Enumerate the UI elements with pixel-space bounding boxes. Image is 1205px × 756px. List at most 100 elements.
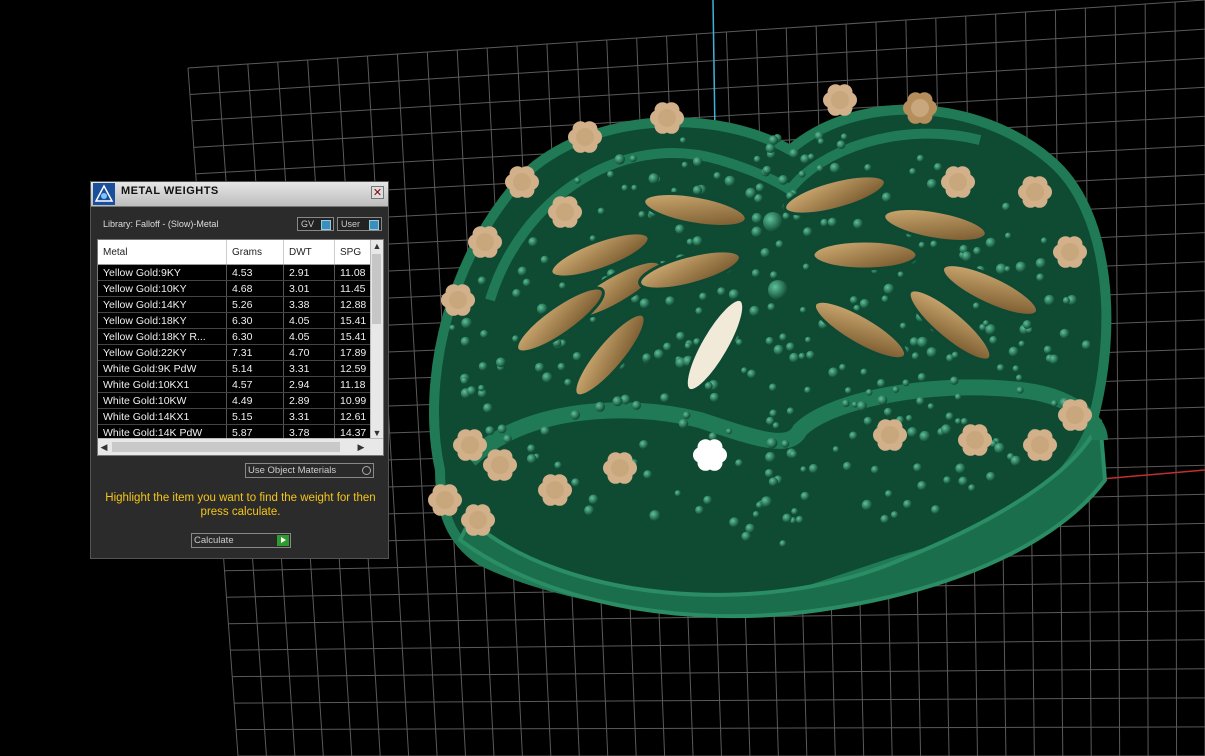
table-row[interactable]: Yellow Gold:10KY 4.68 3.01 11.45 xyxy=(98,281,377,297)
ring-bead xyxy=(597,207,605,215)
play-icon[interactable] xyxy=(277,535,289,546)
ring-center-bead xyxy=(768,280,788,300)
column-header-spg[interactable]: SPG xyxy=(340,247,361,258)
ring-bead xyxy=(1062,296,1070,305)
ring-flower-center xyxy=(576,128,594,146)
ring-bead xyxy=(839,363,847,371)
ring-bead xyxy=(800,306,807,314)
ring-bead xyxy=(800,491,810,501)
ring-flower-center xyxy=(449,291,467,309)
cell-metal: Yellow Gold:18KY R... xyxy=(103,331,206,343)
gv-toggle[interactable]: GV xyxy=(297,217,334,231)
column-header-grams[interactable]: Grams xyxy=(232,247,262,258)
ring-bead xyxy=(753,155,761,163)
table-row[interactable]: Yellow Gold:9KY 4.53 2.91 11.08 xyxy=(98,265,377,281)
vertical-scrollbar[interactable]: ▲ ▼ xyxy=(370,240,383,439)
ring-bead xyxy=(795,515,804,524)
cell-grams: 4.57 xyxy=(232,379,253,391)
close-icon[interactable]: ✕ xyxy=(371,186,384,199)
use-object-materials-option[interactable]: Use Object Materials xyxy=(245,463,374,478)
cell-dwt: 3.31 xyxy=(289,411,310,423)
scroll-left-icon[interactable]: ◀ xyxy=(98,441,110,453)
ring-bead xyxy=(881,295,889,303)
ring-model[interactable] xyxy=(428,84,1112,619)
cell-metal: Yellow Gold:14KY xyxy=(103,299,187,311)
ring-bead xyxy=(745,187,757,199)
ring-bead xyxy=(907,427,918,438)
horizontal-scrollbar[interactable]: ◀ ▶ xyxy=(98,438,383,455)
table-row[interactable]: White Gold:9K PdW 5.14 3.31 12.59 xyxy=(98,361,377,377)
vertical-scroll-thumb[interactable] xyxy=(372,254,381,324)
ring-bead xyxy=(779,540,787,547)
ring-bead xyxy=(631,184,638,191)
ring-bead xyxy=(782,513,792,523)
cell-dwt: 2.94 xyxy=(289,379,310,391)
table-row[interactable]: Yellow Gold:22KY 7.31 4.70 17.89 xyxy=(98,345,377,361)
table-row[interactable]: Yellow Gold:18KY 6.30 4.05 15.41 xyxy=(98,313,377,329)
ring-bead xyxy=(692,185,703,195)
ring-bead xyxy=(639,298,650,309)
ring-bead xyxy=(735,338,743,346)
ring-bead xyxy=(752,511,760,518)
ring-flower-center xyxy=(658,109,676,127)
ring-bead xyxy=(943,476,952,484)
cell-dwt: 4.70 xyxy=(289,347,310,359)
ring-bead xyxy=(460,376,469,385)
ring-bead xyxy=(642,353,652,363)
horizontal-scroll-thumb[interactable] xyxy=(112,442,340,452)
ring-bead xyxy=(761,496,772,508)
ring-bead xyxy=(522,278,531,287)
ring-bead xyxy=(478,384,485,392)
toggle-icon xyxy=(321,220,331,230)
ring-bead xyxy=(985,237,997,248)
ring-bead xyxy=(863,416,873,426)
column-header-metal[interactable]: Metal xyxy=(103,247,127,258)
ring-bead xyxy=(674,490,682,497)
ring-bead xyxy=(926,347,937,358)
scroll-right-icon[interactable]: ▶ xyxy=(355,441,367,453)
ring-bead xyxy=(632,400,641,410)
ring-bead xyxy=(770,271,778,279)
table-row[interactable]: Yellow Gold:14KY 5.26 3.38 12.88 xyxy=(98,297,377,313)
ring-bead xyxy=(832,446,840,453)
ring-flower-center xyxy=(546,481,564,499)
table-row[interactable]: White Gold:10KX1 4.57 2.94 11.18 xyxy=(98,377,377,393)
ring-bead xyxy=(844,387,852,394)
ring-bead xyxy=(913,463,922,472)
ring-bead xyxy=(917,481,927,491)
scroll-up-icon[interactable]: ▲ xyxy=(371,240,383,252)
ring-bead xyxy=(1051,400,1058,407)
table-row[interactable]: White Gold:10KW 4.49 2.89 10.99 xyxy=(98,393,377,409)
ring-bead xyxy=(775,240,784,249)
metal-table[interactable]: Metal Grams DWT SPG Yellow Gold:9KY 4.53 2… xyxy=(97,239,384,456)
ring-bead xyxy=(766,416,775,426)
table-row[interactable]: Yellow Gold:18KY R... 6.30 4.05 15.41 xyxy=(98,329,377,345)
ring-bead xyxy=(542,372,553,383)
column-header-dwt[interactable]: DWT xyxy=(289,247,312,258)
hint-text: Highlight the item you want to find the … xyxy=(105,492,376,518)
ring-bead xyxy=(570,410,580,420)
ring-flower-center xyxy=(881,426,899,444)
panel-titlebar[interactable]: METAL WEIGHTS ✕ xyxy=(91,182,388,207)
cell-dwt: 4.05 xyxy=(289,315,310,327)
ring-bead xyxy=(762,165,772,175)
table-row[interactable]: White Gold:14KX1 5.15 3.31 12.61 xyxy=(98,409,377,425)
user-toggle[interactable]: User xyxy=(337,217,382,231)
ring-bead xyxy=(595,401,605,412)
ring-flower-center xyxy=(476,233,494,251)
ring-bead xyxy=(897,271,904,278)
table-body: Yellow Gold:9KY 4.53 2.91 11.08 Yellow Gold:… xyxy=(98,265,377,441)
cell-grams: 5.15 xyxy=(232,411,253,423)
calculate-button[interactable]: Calculate xyxy=(191,533,291,548)
cell-grams: 4.49 xyxy=(232,395,253,407)
ring-bead xyxy=(789,450,798,459)
ring-bead xyxy=(517,266,528,276)
ring-bead xyxy=(954,393,962,401)
radio-icon[interactable] xyxy=(362,466,371,475)
ring-bead xyxy=(807,153,815,161)
ring-bead xyxy=(663,342,672,351)
ring-bead xyxy=(726,428,732,435)
ring-bead xyxy=(791,508,798,515)
ring-bead xyxy=(692,236,703,247)
ring-bead xyxy=(554,461,562,469)
